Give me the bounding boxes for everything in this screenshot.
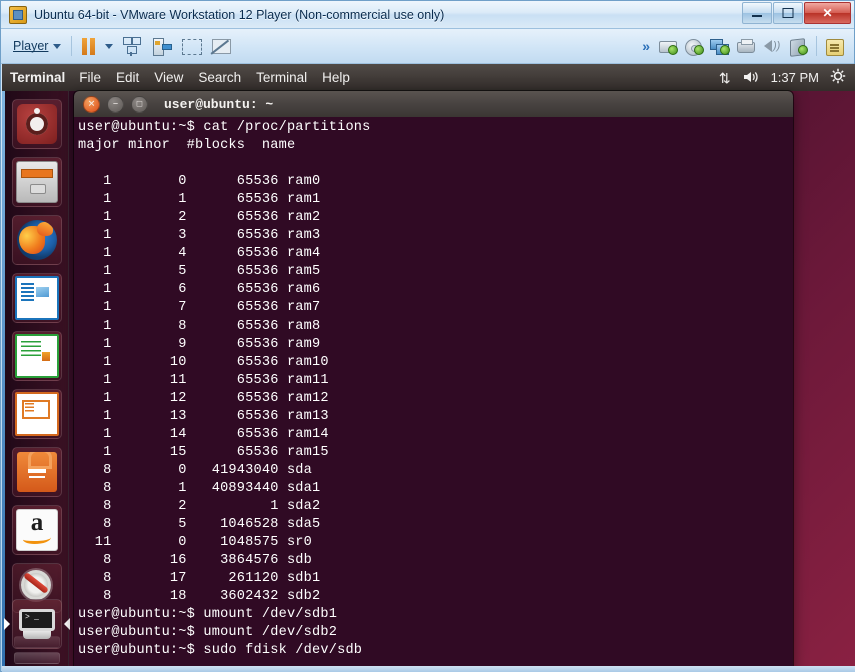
launcher-item-terminal[interactable]	[4, 599, 70, 649]
unity-mode-icon[interactable]	[119, 34, 143, 58]
volume-indicator-icon[interactable]	[742, 70, 760, 86]
chevron-down-icon	[53, 43, 62, 49]
vmware-toolbar: Player »))	[1, 29, 854, 64]
no-preview-icon[interactable]	[209, 34, 233, 58]
minimize-icon: −	[112, 98, 119, 109]
file-manager-icon	[16, 161, 58, 203]
panel-menubar: File Edit View Search Terminal Help	[79, 70, 350, 85]
maximize-button[interactable]	[773, 2, 803, 24]
menu-edit[interactable]: Edit	[116, 70, 139, 85]
software-center-icon	[17, 452, 57, 492]
close-button[interactable]: ✕	[804, 2, 851, 24]
pause-dropdown-icon[interactable]	[105, 43, 114, 49]
vmware-icon	[9, 5, 27, 24]
cd-dvd-status-icon[interactable]	[683, 36, 705, 56]
status-divider	[816, 36, 817, 56]
launcher-item-firefox[interactable]	[12, 215, 62, 265]
vmware-player-window: Ubuntu 64-bit - VMware Workstation 12 Pl…	[0, 0, 855, 672]
launcher-item-impress[interactable]	[12, 389, 62, 439]
network-adapter-status-icon[interactable]	[709, 36, 731, 56]
usb-device-status-icon[interactable]	[787, 36, 809, 57]
vmware-title-bar: Ubuntu 64-bit - VMware Workstation 12 Pl…	[1, 1, 854, 29]
terminal-window-title: user@ubuntu: ~	[164, 96, 274, 112]
message-log-icon[interactable]	[824, 36, 846, 56]
vmware-status-strip	[2, 666, 855, 672]
window-controls: ✕	[742, 2, 851, 24]
minimize-icon	[752, 15, 762, 18]
close-icon: ✕	[87, 98, 96, 109]
launcher-item-dash[interactable]	[12, 99, 62, 149]
ubuntu-top-panel: Terminal File Edit View Search Terminal …	[2, 64, 855, 91]
terminal-maximize-button[interactable]: □	[131, 95, 148, 113]
terminal-output: user@ubuntu:~$ cat /proc/partitions majo…	[78, 120, 371, 659]
launcher-item-calc[interactable]	[12, 331, 62, 381]
terminal-icon	[17, 604, 57, 644]
ubuntu-logo-icon	[17, 104, 57, 144]
toolbar-overflow-icon[interactable]: »	[642, 38, 650, 54]
terminal-close-button[interactable]: ✕	[83, 95, 100, 113]
amazon-icon: a	[16, 509, 58, 551]
close-icon: ✕	[822, 6, 833, 20]
maximize-icon: □	[136, 98, 143, 109]
hard-disk-status-icon[interactable]	[657, 36, 679, 56]
pause-button[interactable]	[82, 37, 96, 55]
launcher-item-amazon[interactable]: a	[12, 505, 62, 555]
ubuntu-desktop: Terminal File Edit View Search Terminal …	[2, 64, 855, 672]
unity-launcher: a	[2, 91, 70, 672]
launcher-item-software-center[interactable]	[12, 447, 62, 497]
minimize-button[interactable]	[742, 2, 772, 24]
terminal-body[interactable]: user@ubuntu:~$ cat /proc/partitions majo…	[74, 117, 793, 672]
terminal-window[interactable]: ✕ − □ user@ubuntu: ~ user@ubuntu:~$ cat …	[74, 91, 793, 672]
vmware-window-title: Ubuntu 64-bit - VMware Workstation 12 Pl…	[34, 7, 445, 22]
player-menu-button[interactable]: Player	[13, 39, 62, 53]
send-key-icon[interactable]	[149, 34, 173, 58]
libreoffice-calc-icon	[15, 334, 59, 378]
panel-app-name: Terminal	[10, 70, 66, 85]
menu-terminal[interactable]: Terminal	[256, 70, 307, 85]
sound-card-status-icon[interactable]: ))	[761, 36, 783, 56]
libreoffice-impress-icon	[15, 392, 59, 436]
pause-icon	[82, 37, 88, 55]
player-menu-label: Player	[13, 39, 49, 53]
full-screen-icon[interactable]	[179, 34, 203, 58]
firefox-icon	[17, 220, 57, 260]
launcher-item-writer[interactable]	[12, 273, 62, 323]
menu-file[interactable]: File	[79, 70, 101, 85]
menu-view[interactable]: View	[154, 70, 183, 85]
menu-help[interactable]: Help	[322, 70, 350, 85]
network-indicator-icon[interactable]: ⇅	[719, 71, 731, 85]
panel-indicators: ⇅ 1:37 PM	[719, 68, 855, 87]
menu-search[interactable]: Search	[198, 70, 241, 85]
libreoffice-writer-icon	[15, 276, 59, 320]
maximize-icon	[782, 8, 794, 18]
terminal-title-bar[interactable]: ✕ − □ user@ubuntu: ~	[74, 91, 793, 118]
screen: Ubuntu 64-bit - VMware Workstation 12 Pl…	[0, 0, 855, 672]
terminal-minimize-button[interactable]: −	[107, 95, 124, 113]
vmware-status-bar: » ))	[642, 36, 854, 57]
gear-icon[interactable]	[830, 68, 846, 87]
launcher-item-files[interactable]	[12, 157, 62, 207]
toolbar-divider	[71, 36, 73, 56]
panel-clock[interactable]: 1:37 PM	[771, 70, 819, 85]
printer-status-icon[interactable]	[735, 36, 757, 56]
pause-icon-bar2	[90, 37, 96, 55]
launcher-window-stack-2	[14, 652, 60, 664]
